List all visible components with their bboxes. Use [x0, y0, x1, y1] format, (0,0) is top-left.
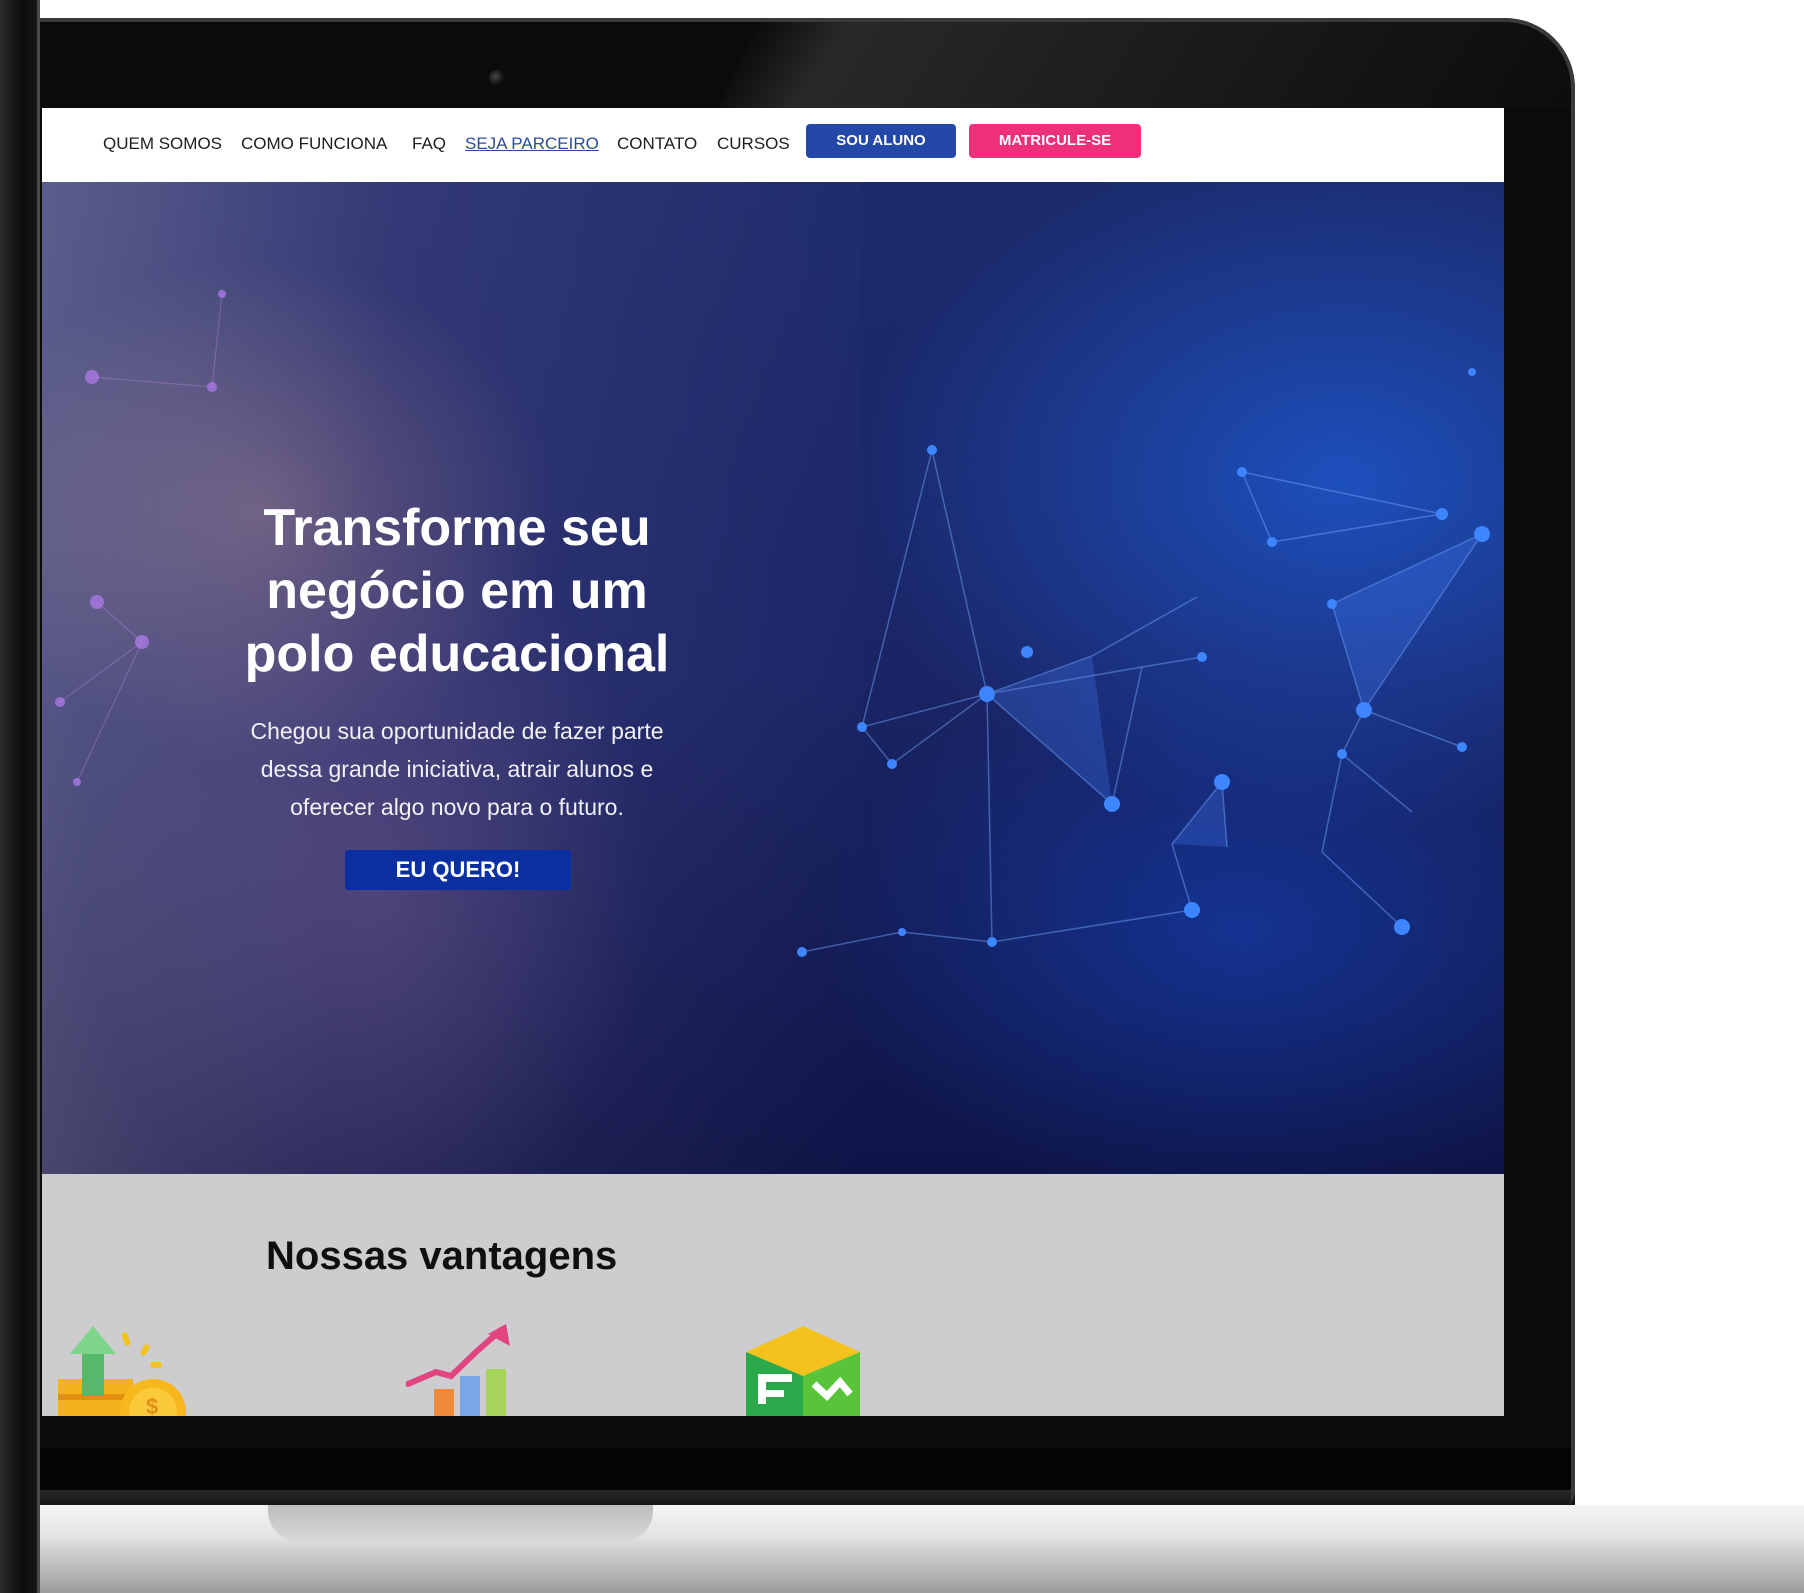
hero-title-line: polo educacional — [244, 625, 670, 683]
hero-subtitle: Chegou sua oportunidade de fazer parte d… — [212, 712, 702, 826]
laptop-screen-edge — [0, 0, 40, 1593]
svg-text:$: $ — [146, 1394, 158, 1416]
nav-cursos[interactable]: CURSOS — [717, 130, 790, 158]
nav-quem-somos[interactable]: QUEM SOMOS — [103, 130, 222, 158]
hero-section: Transforme seu negócio em um polo educac… — [42, 182, 1504, 1174]
nav-faq[interactable]: FAQ — [412, 130, 446, 158]
laptop-base — [40, 1505, 1804, 1593]
nav-contato[interactable]: CONTATO — [617, 130, 697, 158]
website-viewport: QUEM SOMOS COMO FUNCIONA FAQ SEJA PARCEI… — [42, 108, 1504, 1416]
hero-subtitle-line: oferecer algo novo para o futuro. — [290, 794, 624, 820]
3d-box-icon — [746, 1326, 860, 1416]
lid-glare — [719, 18, 1575, 108]
hero-subtitle-line: dessa grande iniciativa, atrair alunos e — [260, 756, 654, 782]
hero-title-line: negócio em um — [266, 562, 648, 620]
nav-seja-parceiro[interactable]: SEJA PARCEIRO — [465, 130, 599, 158]
sou-aluno-button[interactable]: SOU ALUNO — [806, 124, 956, 158]
advantages-section: Nossas vantagens $ — [42, 1174, 1504, 1416]
hero-title-line: Transforme seu — [263, 499, 651, 557]
hero-title: Transforme seu negócio em um polo educac… — [212, 497, 702, 686]
webcam-icon — [489, 70, 505, 86]
eu-quero-button[interactable]: EU QUERO! — [345, 850, 571, 890]
matricule-se-button[interactable]: MATRICULE-SE — [969, 124, 1141, 158]
growth-chart-icon — [406, 1324, 510, 1416]
laptop-notch — [268, 1505, 653, 1541]
advantages-title: Nossas vantagens — [266, 1234, 618, 1278]
hero-subtitle-line: Chegou sua oportunidade de fazer parte — [250, 718, 664, 744]
money-growth-icon: $ — [58, 1326, 186, 1416]
top-navigation: QUEM SOMOS COMO FUNCIONA FAQ SEJA PARCEI… — [42, 108, 1504, 182]
nav-como-funciona[interactable]: COMO FUNCIONA — [241, 130, 387, 158]
